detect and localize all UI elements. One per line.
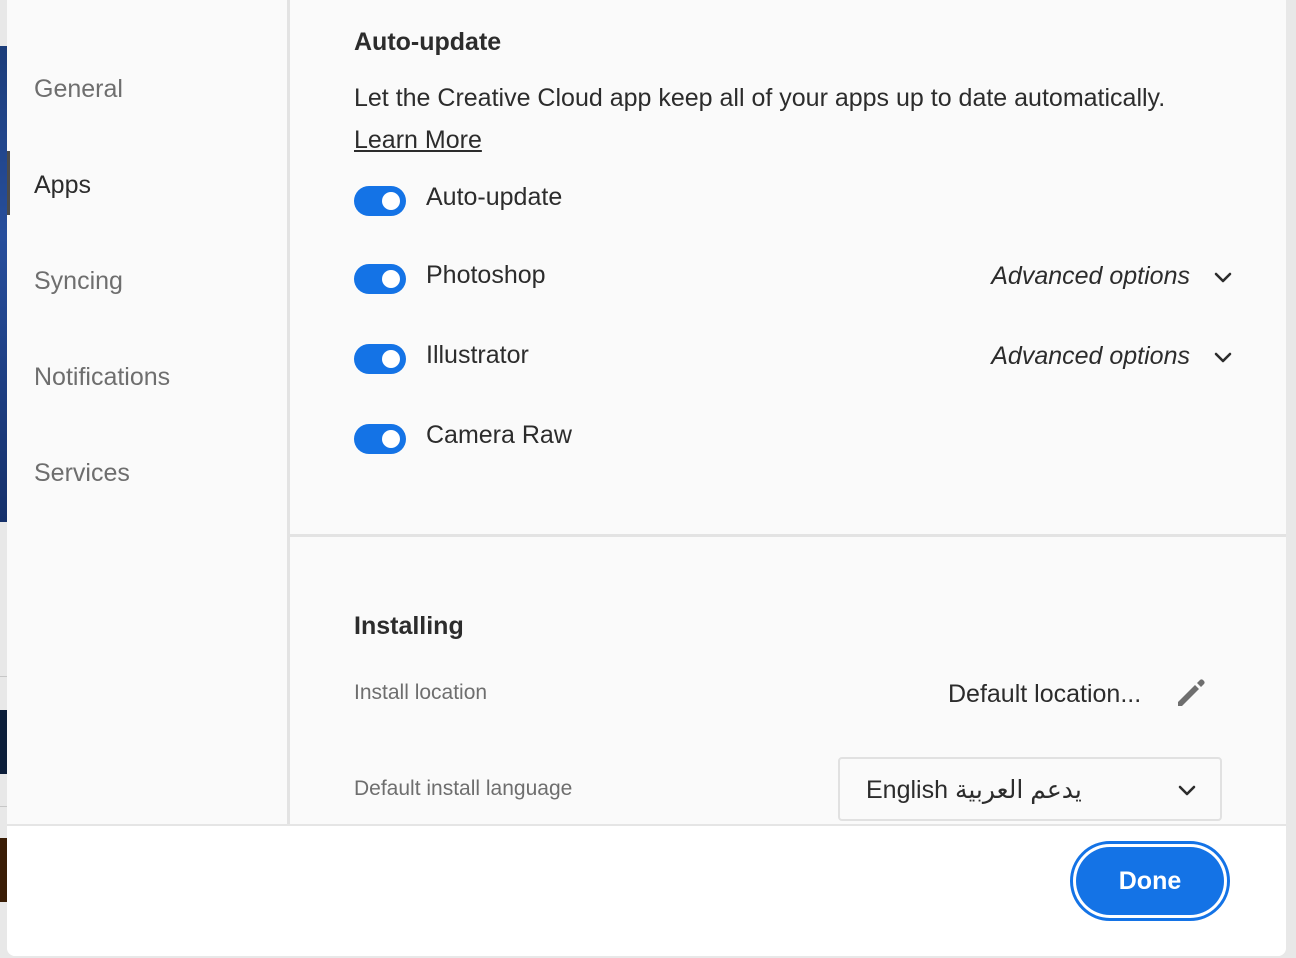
sidebar-item-apps[interactable]: Apps [34, 171, 91, 200]
advanced-options-label: Advanced options [991, 342, 1190, 370]
toggle-knob [382, 192, 400, 210]
sidebar-item-general[interactable]: General [34, 75, 123, 104]
done-button[interactable]: Done [1076, 847, 1224, 915]
pencil-icon[interactable] [1172, 675, 1208, 711]
installing-heading: Installing [354, 612, 464, 640]
preferences-sidebar: General Apps Syncing Notifications Servi… [7, 0, 290, 824]
install-location-value: Default location... [948, 680, 1142, 708]
toggle-label: Auto-update [426, 183, 563, 211]
chevron-down-icon [1178, 785, 1196, 796]
camera-raw-toggle[interactable] [354, 424, 406, 454]
auto-update-heading: Auto-update [354, 28, 502, 56]
learn-more-link[interactable]: Learn More [354, 126, 482, 155]
illustrator-advanced-options[interactable]: Advanced options [991, 342, 1234, 371]
sidebar-item-notifications[interactable]: Notifications [34, 363, 170, 392]
toggle-row-illustrator: Illustrator Advanced options [354, 341, 1234, 374]
photoshop-toggle[interactable] [354, 264, 406, 294]
install-language-label: Default install language [354, 777, 573, 800]
chevron-down-icon [1214, 352, 1232, 362]
section-divider [290, 534, 1286, 537]
toggle-row-photoshop: Photoshop Advanced options [354, 261, 1234, 294]
chevron-down-icon [1214, 272, 1232, 282]
toggle-row-auto-update: Auto-update [354, 183, 1234, 216]
toggle-knob [382, 270, 400, 288]
advanced-options-label: Advanced options [991, 262, 1190, 290]
toggle-label: Camera Raw [426, 421, 572, 449]
apps-preferences-panel: Auto-update Let the Creative Cloud app k… [290, 0, 1286, 824]
active-nav-indicator [7, 151, 10, 215]
toggle-knob [382, 350, 400, 368]
toggle-row-camera-raw: Camera Raw [354, 421, 1234, 454]
toggle-label: Photoshop [426, 261, 546, 289]
photoshop-advanced-options[interactable]: Advanced options [991, 262, 1234, 291]
sidebar-item-services[interactable]: Services [34, 459, 130, 488]
install-location-label: Install location [354, 681, 488, 704]
auto-update-description: Let the Creative Cloud app keep all of y… [354, 84, 1166, 112]
toggle-label: Illustrator [426, 341, 529, 369]
illustrator-toggle[interactable] [354, 344, 406, 374]
preferences-dialog: General Apps Syncing Notifications Servi… [7, 0, 1286, 956]
auto-update-toggle[interactable] [354, 186, 406, 216]
sidebar-item-syncing[interactable]: Syncing [34, 267, 123, 296]
toggle-knob [382, 430, 400, 448]
selected-language: English يدعم العربية [866, 776, 1082, 804]
install-language-select[interactable]: English يدعم العربية [838, 757, 1222, 821]
